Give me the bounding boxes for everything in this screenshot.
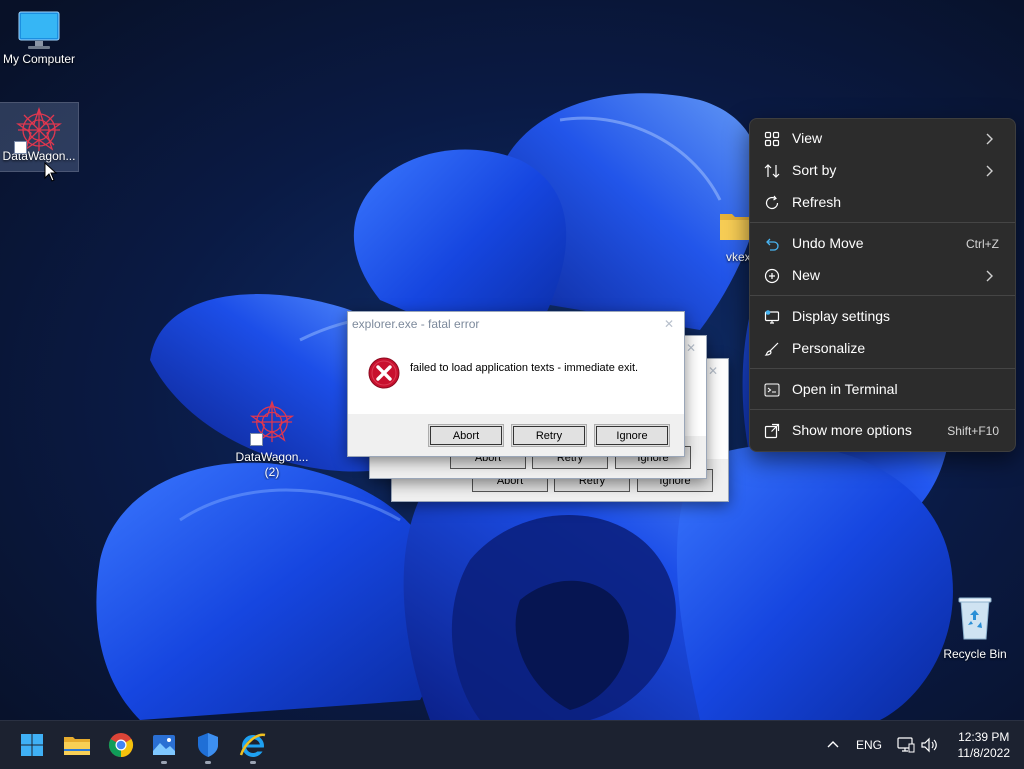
menu-item-label: Show more options: [792, 422, 912, 438]
menu-separator: [750, 409, 1015, 410]
undo-icon: [766, 238, 779, 251]
retry-button[interactable]: Retry: [511, 424, 587, 447]
menu-item-shortcut: Ctrl+Z: [966, 237, 999, 251]
close-icon[interactable]: ✕: [664, 312, 674, 336]
menu-item-label: Personalize: [792, 340, 866, 356]
menu-separator: [750, 295, 1015, 296]
icon-label: DataWagon...: [235, 450, 309, 464]
chrome-icon: [108, 733, 134, 757]
taskbar-file-explorer[interactable]: [61, 729, 93, 761]
dialog-title: explorer.exe - fatal error: [352, 317, 480, 331]
menu-item-label: Open in Terminal: [792, 381, 898, 397]
menu-item-label: Sort by: [792, 162, 837, 178]
taskbar-photos[interactable]: [148, 729, 180, 764]
chevron-up-icon: [827, 741, 839, 748]
sort-icon: [764, 164, 780, 178]
chevron-right-icon: [986, 270, 993, 282]
recycle-bin-icon: [958, 597, 992, 640]
mouse-cursor-icon: [44, 162, 58, 182]
defender-icon: [198, 733, 218, 757]
menu-separator: [750, 368, 1015, 369]
menu-item-label: View: [792, 130, 823, 146]
taskbar-internet-explorer[interactable]: [237, 729, 269, 764]
file-explorer-icon: [64, 737, 90, 755]
abort-button[interactable]: Abort: [428, 424, 504, 447]
shortcut-arrow-icon: [14, 141, 27, 154]
dialog-body: failed to load application texts - immed…: [348, 336, 684, 400]
menu-item-label: Undo Move: [792, 235, 864, 251]
ignore-button[interactable]: Ignore: [594, 424, 670, 447]
menu-item-undo-move[interactable]: Undo Move Ctrl+Z: [754, 229, 1011, 259]
chevron-right-icon: [986, 165, 993, 177]
close-icon[interactable]: ✕: [686, 336, 696, 360]
terminal-icon: [764, 383, 780, 397]
grid-icon: [764, 131, 780, 147]
error-dialog: explorer.exe - fatal error ✕ failed to l…: [347, 311, 685, 457]
desktop-icon-datawagon-2[interactable]: DataWagon... (2): [233, 400, 311, 480]
error-icon: [368, 357, 400, 389]
menu-separator: [750, 222, 1015, 223]
taskbar: ENG 12:39 PM 11/8/2022: [0, 720, 1024, 769]
close-icon[interactable]: ✕: [708, 359, 718, 383]
network-icon-glyph: [897, 737, 915, 753]
menu-item-refresh[interactable]: Refresh: [754, 188, 1011, 218]
dialog-message: failed to load application texts - immed…: [410, 362, 639, 374]
shortcut-arrow-icon: [250, 433, 263, 446]
display-icon: [764, 310, 780, 324]
clock-time: 12:39 PM: [958, 730, 1010, 744]
taskbar-chrome[interactable]: [105, 729, 137, 761]
icon-label: DataWagon...: [2, 149, 76, 163]
internet-explorer-icon: [239, 733, 266, 757]
menu-item-sort-by[interactable]: Sort by: [754, 156, 1011, 186]
dialog-footer: Abort Retry Ignore: [348, 414, 684, 456]
icon-label: Recycle Bin: [943, 647, 1007, 661]
menu-item-label: New: [792, 267, 821, 283]
menu-item-new[interactable]: New: [754, 261, 1011, 291]
menu-item-shortcut: Shift+F10: [947, 424, 999, 438]
language-indicator[interactable]: ENG: [856, 721, 882, 769]
refresh-icon: [765, 195, 779, 210]
desktop-icon-recycle-bin[interactable]: Recycle Bin: [936, 595, 1014, 663]
menu-item-show-more-options[interactable]: Show more options Shift+F10: [754, 416, 1011, 446]
network-icon[interactable]: [897, 721, 915, 769]
menu-item-view[interactable]: View: [754, 124, 1011, 154]
desktop-icon-my-computer[interactable]: My Computer: [0, 8, 78, 76]
running-indicator: [205, 761, 211, 764]
icon-label-line2: (2): [264, 465, 280, 479]
menu-item-label: Refresh: [792, 194, 842, 210]
brush-icon: [764, 342, 779, 356]
clock-date: 11/8/2022: [957, 746, 1011, 760]
chevron-right-icon: [986, 133, 993, 145]
desktop-icon-datawagon[interactable]: DataWagon...: [0, 102, 79, 172]
monitor-icon: [18, 11, 60, 49]
plus-circle-icon: [764, 268, 780, 284]
external-icon: [764, 423, 780, 439]
photos-icon: [153, 735, 175, 755]
start-icon: [21, 734, 43, 756]
desktop-context-menu: View Sort by Refresh Undo Move Ctrl+Z Ne…: [749, 118, 1016, 452]
running-indicator: [250, 761, 256, 764]
start-button[interactable]: [16, 729, 48, 761]
volume-icon[interactable]: [920, 721, 938, 769]
menu-item-display-settings[interactable]: Display settings: [754, 302, 1011, 332]
speaker-icon: [921, 737, 937, 753]
dialog-title-bar: explorer.exe - fatal error ✕: [348, 312, 684, 336]
running-indicator: [161, 761, 167, 764]
taskbar-clock[interactable]: 12:39 PM 11/8/2022: [958, 729, 1011, 761]
menu-item-open-in-terminal[interactable]: Open in Terminal: [754, 375, 1011, 405]
taskbar-windows-security[interactable]: [192, 729, 224, 764]
icon-label: My Computer: [2, 52, 76, 66]
tray-overflow-button[interactable]: [826, 721, 842, 769]
menu-item-label: Display settings: [792, 308, 891, 324]
menu-item-personalize[interactable]: Personalize: [754, 334, 1011, 364]
